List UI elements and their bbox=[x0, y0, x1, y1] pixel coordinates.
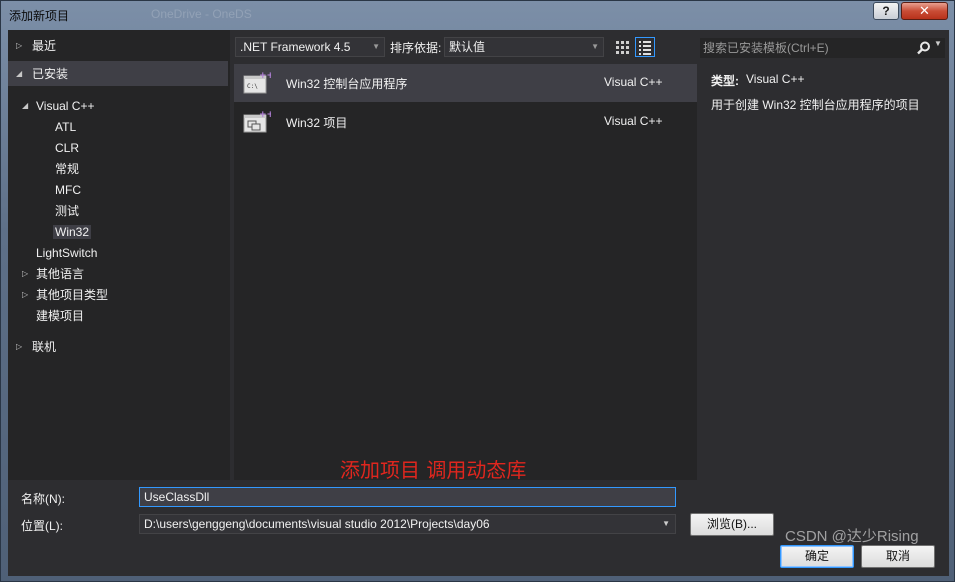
dialog-window: 添加新项目 OneDrive - OneDS ? ✕ ▷ 最近 ◢ 已安装 ◢ … bbox=[0, 0, 955, 582]
tree-item-atl[interactable]: ATL bbox=[55, 117, 76, 137]
tree-item-win32[interactable]: Win32 bbox=[53, 222, 92, 242]
list-item[interactable]: ++ Win32 项目 Visual C++ bbox=[234, 103, 697, 141]
background-window-title: OneDrive - OneDS bbox=[151, 7, 252, 21]
svg-text:++: ++ bbox=[259, 110, 271, 120]
tree-item-modeling-projects[interactable]: 建模项目 bbox=[36, 306, 84, 326]
framework-dropdown[interactable]: .NET Framework 4.5 ▼ bbox=[235, 37, 385, 57]
name-field[interactable]: UseClassDll bbox=[139, 487, 676, 507]
sort-dropdown[interactable]: 默认值 ▼ bbox=[444, 37, 604, 57]
tree-item-label: 其他语言 bbox=[36, 267, 85, 281]
template-tree: ▷ 最近 ◢ 已安装 ◢ Visual C++ ATL CLR 常规 MFC 测… bbox=[8, 30, 230, 480]
dropdown-arrow-icon: ▼ bbox=[372, 42, 380, 51]
watermark: CSDN @达少Rising bbox=[785, 528, 919, 545]
title-bar[interactable]: 添加新项目 OneDrive - OneDS ? ✕ bbox=[1, 1, 954, 29]
tree-item-general[interactable]: 常规 bbox=[55, 159, 79, 179]
sort-value: 默认值 bbox=[449, 40, 486, 54]
template-name: Win32 控制台应用程序 bbox=[286, 77, 408, 91]
tree-item-label: CLR bbox=[55, 141, 80, 155]
tree-item-label: 联机 bbox=[32, 340, 57, 354]
search-icon[interactable] bbox=[917, 41, 931, 55]
dialog-client: ▷ 最近 ◢ 已安装 ◢ Visual C++ ATL CLR 常规 MFC 测… bbox=[8, 30, 949, 576]
search-input[interactable]: 搜索已安装模板(Ctrl+E) bbox=[700, 38, 945, 58]
tree-item-label: MFC bbox=[55, 183, 81, 197]
location-label: 位置(L): bbox=[21, 519, 64, 533]
type-label: 类型: bbox=[711, 74, 739, 88]
tree-item-label: Visual C++ bbox=[36, 99, 95, 113]
template-language: Visual C++ bbox=[604, 114, 663, 128]
template-language: Visual C++ bbox=[604, 75, 663, 89]
expand-arrow-icon[interactable]: ▷ bbox=[16, 36, 22, 56]
framework-value: .NET Framework 4.5 bbox=[240, 40, 351, 54]
dropdown-arrow-icon[interactable]: ▼ bbox=[662, 515, 670, 533]
expand-arrow-icon[interactable]: ▷ bbox=[16, 337, 22, 357]
console-app-icon: C:\ ++ bbox=[243, 71, 274, 95]
template-description-panel: 类型: Visual C++ 用于创建 Win32 控制台应用程序的项目 bbox=[699, 64, 949, 480]
tree-item-label: 测试 bbox=[55, 204, 80, 218]
help-button[interactable]: ? bbox=[873, 2, 899, 20]
details-view-icon[interactable] bbox=[635, 37, 655, 57]
location-field[interactable]: D:\users\genggeng\documents\visual studi… bbox=[139, 514, 676, 534]
window-title: 添加新项目 bbox=[9, 9, 70, 23]
tree-item-label: 最近 bbox=[32, 39, 57, 53]
close-button[interactable]: ✕ bbox=[901, 2, 948, 20]
svg-text:C:\: C:\ bbox=[247, 83, 258, 90]
tree-item-label: 常规 bbox=[55, 162, 80, 176]
template-toolbar: .NET Framework 4.5 ▼ 排序依据: 默认值 ▼ bbox=[234, 36, 697, 60]
browse-button[interactable]: 浏览(B)... bbox=[690, 513, 774, 536]
template-list: C:\ ++ Win32 控制台应用程序 Visual C++ ++ Win32… bbox=[234, 64, 697, 480]
description-text: 用于创建 Win32 控制台应用程序的项目 bbox=[711, 98, 920, 112]
cancel-button[interactable]: 取消 bbox=[861, 545, 935, 568]
collapse-arrow-icon[interactable]: ◢ bbox=[16, 64, 22, 84]
name-label: 名称(N): bbox=[21, 492, 65, 506]
ok-button[interactable]: 确定 bbox=[780, 545, 854, 568]
template-name: Win32 项目 bbox=[286, 116, 348, 130]
tree-item-label: 已安装 bbox=[32, 67, 69, 81]
tree-item-test[interactable]: 测试 bbox=[55, 201, 79, 221]
tree-item-label: LightSwitch bbox=[36, 246, 98, 260]
type-value: Visual C++ bbox=[746, 72, 805, 86]
search-options-arrow-icon[interactable]: ▼ bbox=[934, 39, 942, 48]
collapse-arrow-icon[interactable]: ◢ bbox=[22, 96, 28, 116]
dropdown-arrow-icon: ▼ bbox=[591, 42, 599, 51]
sort-label: 排序依据: bbox=[390, 41, 442, 55]
svg-text:++: ++ bbox=[259, 71, 271, 81]
list-item[interactable]: C:\ ++ Win32 控制台应用程序 Visual C++ bbox=[234, 64, 697, 102]
tree-item-label: 建模项目 bbox=[36, 309, 85, 323]
win32-project-icon: ++ bbox=[243, 110, 274, 134]
tree-item-lightswitch[interactable]: LightSwitch bbox=[36, 243, 97, 263]
tree-item-label: ATL bbox=[55, 120, 77, 134]
expand-arrow-icon[interactable]: ▷ bbox=[22, 285, 28, 305]
tree-item-label: 其他项目类型 bbox=[36, 288, 109, 302]
tree-item-label: Win32 bbox=[53, 225, 92, 239]
expand-arrow-icon[interactable]: ▷ bbox=[22, 264, 28, 284]
small-icons-view-icon[interactable] bbox=[612, 37, 632, 57]
tree-item-clr[interactable]: CLR bbox=[55, 138, 79, 158]
tree-item-mfc[interactable]: MFC bbox=[55, 180, 81, 200]
annotation-text: 添加项目 调用动态库 bbox=[340, 458, 527, 482]
location-value: D:\users\genggeng\documents\visual studi… bbox=[144, 517, 490, 531]
